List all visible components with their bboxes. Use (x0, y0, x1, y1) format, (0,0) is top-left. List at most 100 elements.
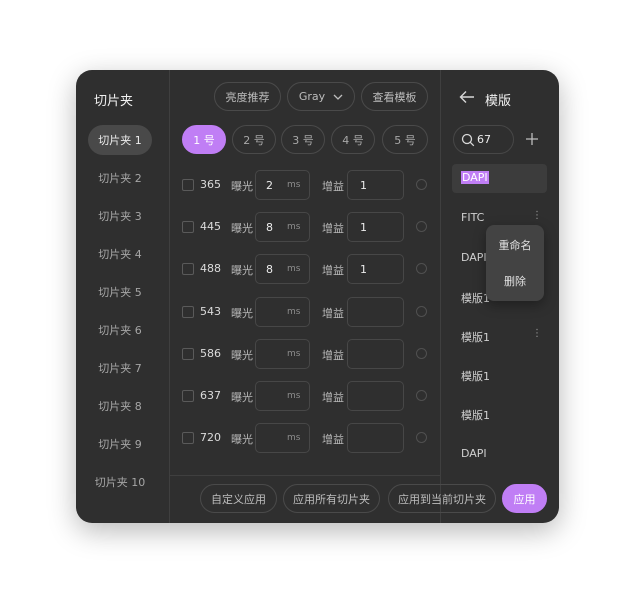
search-icon (461, 133, 475, 147)
channel-wavelength: 637 (200, 389, 221, 402)
exposure-unit: ms (287, 433, 301, 443)
channel-radio[interactable] (416, 221, 427, 232)
brightness-recommend-button[interactable]: 亮度推荐 (214, 82, 281, 111)
sidebar-item-8[interactable]: 切片夹 8 (88, 391, 152, 421)
sidebar-item-2[interactable]: 切片夹 2 (88, 163, 152, 193)
sidebar-item-9[interactable]: 切片夹 9 (88, 429, 152, 459)
channel-wavelength: 445 (200, 220, 221, 233)
channel-radio[interactable] (416, 432, 427, 443)
exposure-label: 曝光 (231, 264, 253, 277)
channel-wavelength: 488 (200, 262, 221, 275)
exposure-value: 2 (266, 179, 273, 192)
delete-menu-item[interactable]: 删除 (486, 267, 544, 295)
exposure-input[interactable]: 2 ms (255, 170, 310, 200)
channel-wavelength: 543 (200, 305, 221, 318)
sidebar-item-1[interactable]: 切片夹 1 (88, 125, 152, 155)
exposure-label: 曝光 (231, 180, 253, 193)
exposure-label: 曝光 (231, 349, 253, 362)
channel-checkbox[interactable] (182, 221, 194, 233)
channel-checkbox[interactable] (182, 179, 194, 191)
gain-label: 增益 (322, 222, 344, 235)
exposure-value: 8 (266, 221, 273, 234)
slot-tab-2[interactable]: 2 号 (232, 125, 276, 154)
gain-value: 1 (360, 263, 367, 276)
template-item[interactable]: DAPI (461, 251, 487, 264)
channel-checkbox[interactable] (182, 263, 194, 275)
sidebar-divider (169, 70, 170, 523)
template-item[interactable]: FITC (461, 211, 484, 224)
gain-input[interactable]: 1 (347, 212, 404, 242)
context-menu: 重命名 删除 (486, 225, 544, 301)
color-select[interactable]: Gray (287, 82, 355, 111)
sidebar-title: 切片夹 (94, 94, 134, 109)
sidebar-item-3[interactable]: 切片夹 3 (88, 201, 152, 231)
gain-input[interactable] (347, 339, 404, 369)
rename-menu-item[interactable]: 重命名 (486, 231, 544, 259)
back-arrow-icon[interactable] (459, 90, 475, 104)
channel-checkbox[interactable] (182, 348, 194, 360)
more-icon[interactable]: ⋮ (532, 328, 542, 339)
exposure-unit: ms (287, 180, 301, 190)
apply-current-button[interactable]: 应用到当前切片夹 (388, 484, 496, 513)
template-item[interactable]: 模版1 (461, 368, 490, 384)
template-item[interactable]: 模版1 (461, 407, 490, 423)
exposure-label: 曝光 (231, 307, 253, 320)
exposure-unit: ms (287, 307, 301, 317)
sidebar-item-6[interactable]: 切片夹 6 (88, 315, 152, 345)
template-item[interactable]: 模版1 (461, 329, 490, 345)
exposure-input[interactable]: ms (255, 339, 310, 369)
channel-radio[interactable] (416, 306, 427, 317)
gain-input[interactable] (347, 381, 404, 411)
exposure-label: 曝光 (231, 391, 253, 404)
sidebar-item-10[interactable]: 切片夹 10 (88, 467, 152, 497)
sidebar-item-5[interactable]: 切片夹 5 (88, 277, 152, 307)
gain-input[interactable]: 1 (347, 170, 404, 200)
template-panel-title: 模版 (485, 94, 512, 109)
gain-label: 增益 (322, 349, 344, 362)
exposure-unit: ms (287, 264, 301, 274)
more-icon[interactable]: ⋮ (532, 210, 542, 221)
template-item[interactable]: DAPI (461, 447, 487, 460)
exposure-input[interactable]: ms (255, 423, 310, 453)
template-search-input[interactable]: 67 (453, 125, 514, 154)
gain-label: 增益 (322, 391, 344, 404)
view-template-button[interactable]: 查看模板 (361, 82, 428, 111)
gain-label: 增益 (322, 307, 344, 320)
gain-input[interactable] (347, 297, 404, 327)
gain-value: 1 (360, 179, 367, 192)
channel-checkbox[interactable] (182, 306, 194, 318)
template-divider (440, 70, 441, 523)
exposure-label: 曝光 (231, 222, 253, 235)
slot-tab-3[interactable]: 3 号 (281, 125, 325, 154)
gain-label: 增益 (322, 433, 344, 446)
exposure-input[interactable]: ms (255, 297, 310, 327)
search-value: 67 (477, 133, 491, 146)
gain-label: 增益 (322, 264, 344, 277)
slot-tab-5[interactable]: 5 号 (382, 125, 428, 154)
footer-divider (170, 475, 440, 476)
exposure-unit: ms (287, 222, 301, 232)
channel-radio[interactable] (416, 263, 427, 274)
apply-button[interactable]: 应用 (502, 484, 547, 513)
sidebar-item-4[interactable]: 切片夹 4 (88, 239, 152, 269)
gain-input[interactable]: 1 (347, 254, 404, 284)
channel-checkbox[interactable] (182, 432, 194, 444)
template-item[interactable]: DAPI (461, 171, 489, 184)
exposure-unit: ms (287, 391, 301, 401)
channel-radio[interactable] (416, 348, 427, 359)
exposure-input[interactable]: 8 ms (255, 254, 310, 284)
apply-all-button[interactable]: 应用所有切片夹 (283, 484, 380, 513)
channel-checkbox[interactable] (182, 390, 194, 402)
add-icon[interactable] (525, 132, 539, 146)
exposure-input[interactable]: ms (255, 381, 310, 411)
custom-apply-button[interactable]: 自定义应用 (200, 484, 277, 513)
slot-tab-1[interactable]: 1 号 (182, 125, 226, 154)
gain-input[interactable] (347, 423, 404, 453)
slot-tab-4[interactable]: 4 号 (331, 125, 375, 154)
channel-radio[interactable] (416, 179, 427, 190)
filter-settings-panel: 切片夹 切片夹 1 切片夹 2 切片夹 3 切片夹 4 切片夹 5 切片夹 6 … (76, 70, 559, 523)
channel-radio[interactable] (416, 390, 427, 401)
sidebar-item-7[interactable]: 切片夹 7 (88, 353, 152, 383)
exposure-input[interactable]: 8 ms (255, 212, 310, 242)
channel-wavelength: 586 (200, 347, 221, 360)
